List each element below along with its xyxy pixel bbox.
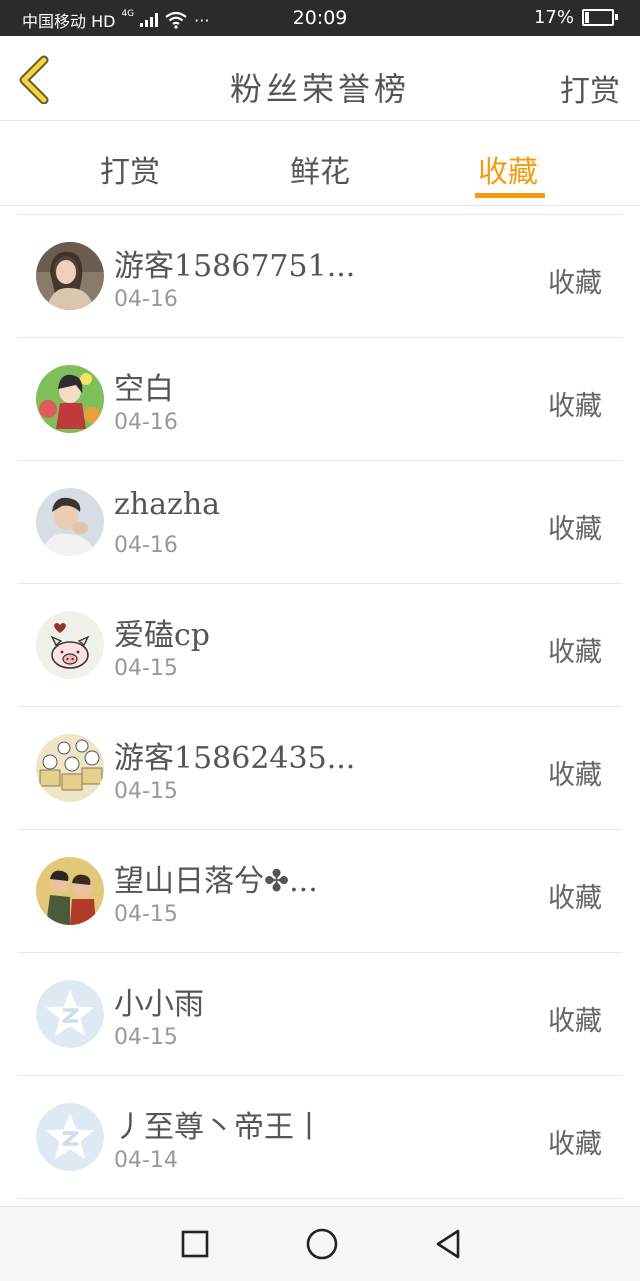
- user-name: 望山日落兮✤...: [114, 864, 318, 899]
- favorite-label: 收藏: [548, 637, 602, 668]
- list-item[interactable]: 游客15862435... 04-15 收藏: [18, 707, 622, 830]
- system-nav-bar: [0, 1206, 640, 1281]
- list-item[interactable]: 爱磕cp 04-15 收藏: [18, 584, 622, 707]
- avatar: [36, 365, 104, 433]
- date-label: 04-15: [114, 779, 178, 804]
- back-nav-button[interactable]: [432, 1227, 466, 1261]
- avatar: [36, 1103, 104, 1171]
- avatar: [36, 980, 104, 1048]
- circle-icon: [306, 1228, 338, 1260]
- battery-percent: 17%: [533, 7, 574, 28]
- tab-favorites[interactable]: 收藏: [478, 147, 538, 191]
- date-label: 04-16: [114, 533, 178, 558]
- avatar: [36, 734, 104, 802]
- active-tab-indicator: [475, 193, 545, 198]
- date-label: 04-16: [114, 287, 178, 312]
- triangle-back-icon: [436, 1229, 460, 1259]
- avatar: [36, 488, 104, 556]
- list-item[interactable]: 小小雨 04-15 收藏: [18, 953, 622, 1076]
- user-name: 游客15862435...: [114, 741, 356, 776]
- list-item[interactable]: 游客15867751... 04-16 收藏: [18, 215, 622, 338]
- tab-bar: 打赏 鲜花 收藏: [0, 121, 640, 206]
- reward-button[interactable]: 打赏: [560, 66, 620, 110]
- user-name: 丿至尊丶帝王丨: [114, 1110, 324, 1145]
- avatar: [36, 242, 104, 310]
- home-button[interactable]: [305, 1227, 339, 1261]
- avatar: [36, 857, 104, 925]
- fan-list: 游客15867751... 04-16 收藏 空白 04-16 收藏 zhazh…: [18, 214, 622, 1199]
- date-label: 04-15: [114, 656, 178, 681]
- list-item[interactable]: 丿至尊丶帝王丨 04-14 收藏: [18, 1076, 622, 1199]
- default-star-avatar-icon: [36, 980, 104, 1048]
- list-item[interactable]: 空白 04-16 收藏: [18, 338, 622, 461]
- favorite-label: 收藏: [548, 268, 602, 299]
- date-label: 04-15: [114, 1025, 178, 1050]
- favorite-label: 收藏: [548, 514, 602, 545]
- favorite-label: 收藏: [548, 1006, 602, 1037]
- favorite-label: 收藏: [548, 883, 602, 914]
- header: 粉丝荣誉榜 打赏: [0, 36, 640, 121]
- recents-button[interactable]: [178, 1227, 212, 1261]
- status-bar: 中国移动 HD 4G ··· 20:09 17%: [0, 0, 640, 36]
- page-title: 粉丝荣誉榜: [229, 70, 410, 108]
- tab-flowers[interactable]: 鲜花: [290, 147, 350, 191]
- user-name: 空白: [114, 372, 174, 407]
- date-label: 04-15: [114, 902, 178, 927]
- battery-icon: [582, 9, 618, 26]
- user-name: 游客15867751...: [114, 249, 356, 284]
- date-label: 04-16: [114, 410, 178, 435]
- square-icon: [181, 1230, 209, 1258]
- user-name: 爱磕cp: [114, 618, 211, 653]
- favorite-label: 收藏: [548, 1129, 602, 1160]
- list-item[interactable]: 望山日落兮✤... 04-15 收藏: [18, 830, 622, 953]
- favorite-label: 收藏: [548, 391, 602, 422]
- user-name: 小小雨: [114, 987, 204, 1022]
- default-star-avatar-icon: [36, 1103, 104, 1171]
- list-item[interactable]: zhazha 04-16 收藏: [18, 461, 622, 584]
- avatar: [36, 611, 104, 679]
- tab-reward[interactable]: 打赏: [100, 147, 160, 191]
- date-label: 04-14: [114, 1148, 178, 1173]
- favorite-label: 收藏: [548, 760, 602, 791]
- user-name: zhazha: [114, 487, 221, 522]
